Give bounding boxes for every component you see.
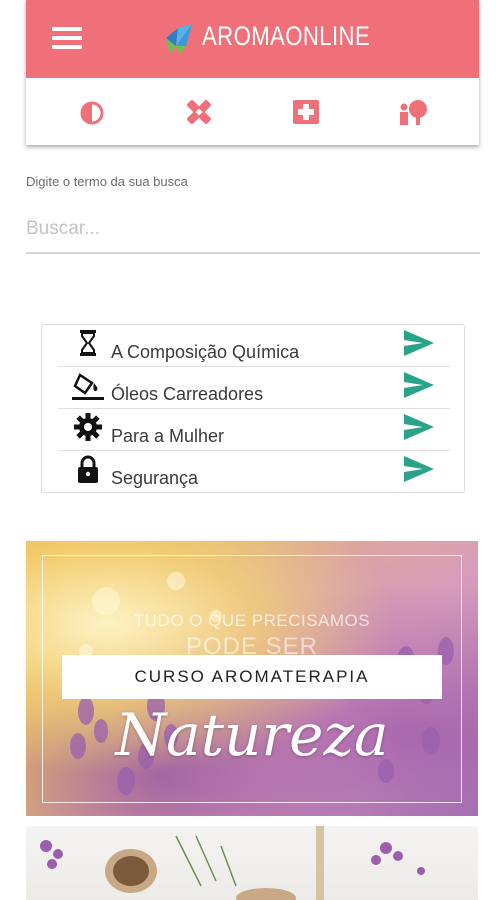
send-arrow-icon[interactable] [403, 371, 435, 399]
icon-nav-bar [26, 78, 479, 145]
herbs-image [40, 826, 425, 900]
person-plant-icon[interactable] [396, 95, 430, 129]
send-arrow-icon[interactable] [403, 329, 435, 357]
drop-icon[interactable] [75, 95, 109, 129]
brand-name: AROMAONLINE [202, 20, 371, 51]
paint-bucket-icon [72, 373, 104, 400]
aromaonline-logo [166, 24, 192, 54]
course-button[interactable]: CURSO AROMATERAPIA [62, 655, 442, 699]
gear-icon [74, 413, 102, 441]
banner-tagline: TUDO O QUE PRECISAMOS [133, 611, 371, 630]
banner-script-text: Natureza [115, 701, 389, 769]
list-item-label: Segurança [111, 468, 199, 488]
top-bar: AROMAONLINE [26, 0, 479, 78]
list-item-oleos-carreadores[interactable]: Óleos Carreadores [58, 367, 450, 409]
search-input[interactable] [26, 206, 480, 254]
send-arrow-icon[interactable] [403, 455, 435, 483]
lock-icon [78, 455, 98, 483]
hamburger-menu-icon[interactable] [52, 27, 82, 49]
topics-list: A Composição Química Óleos Carreadores P… [41, 324, 465, 493]
course-banner[interactable]: TUDO O QUE PRECISAMOS PODE SER CURSO ARO… [26, 541, 478, 816]
list-item-seguranca[interactable]: Segurança [58, 451, 450, 493]
send-arrow-icon[interactable] [403, 413, 435, 441]
list-item-label: Óleos Carreadores [111, 384, 264, 404]
list-item-label: Para a Mulher [111, 426, 225, 446]
bandage-icon[interactable] [182, 95, 216, 129]
herbs-banner[interactable] [26, 826, 478, 900]
list-item-para-a-mulher[interactable]: Para a Mulher [58, 409, 450, 451]
first-aid-icon[interactable] [289, 95, 323, 129]
list-item-composicao-quimica[interactable]: A Composição Química [58, 325, 450, 367]
brand[interactable]: AROMAONLINE [162, 14, 407, 58]
app-header: AROMAONLINE [26, 0, 479, 145]
hourglass-icon [80, 330, 96, 356]
list-item-label: A Composição Química [111, 342, 300, 362]
search-label: Digite o termo da sua busca [26, 174, 188, 189]
